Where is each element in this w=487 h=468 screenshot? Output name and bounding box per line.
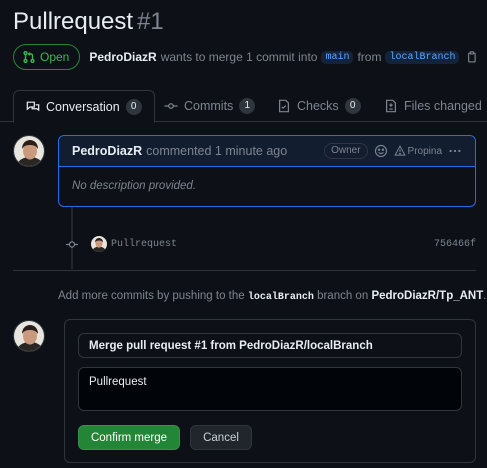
propina-label: Propina [407, 145, 442, 157]
hint-suffix: . [483, 290, 487, 302]
commit-avatar[interactable] [91, 236, 107, 252]
kebab-horizontal-icon[interactable] [448, 144, 462, 158]
tab-label: Conversation [46, 99, 120, 114]
merge-title-input[interactable] [78, 333, 462, 358]
pr-meta: Open PedroDiazR wants to merge 1 commit … [13, 44, 478, 70]
comment-actions: Owner Propina [324, 143, 462, 159]
state-label: Open [40, 50, 70, 64]
copy-icon[interactable] [465, 50, 478, 64]
head-branch[interactable]: localBranch [385, 50, 460, 64]
tab-files-changed[interactable]: Files changed 1 [384, 90, 487, 122]
file-diff-icon [386, 99, 396, 113]
state-badge: Open [13, 44, 81, 70]
merge-body-textarea[interactable]: Pullrequest [78, 367, 462, 411]
hint-branch: localBranch [247, 292, 314, 303]
from-word: from [357, 50, 382, 64]
timeline-divider [13, 270, 476, 271]
avatar[interactable] [13, 320, 45, 352]
git-pull-request-icon [23, 51, 35, 63]
smiley-icon[interactable] [374, 144, 388, 158]
avatar-image [14, 136, 44, 166]
merge-form: Pullrequest Confirm merge Cancel [64, 319, 476, 463]
tab-counter: 1 [239, 98, 256, 114]
tab-commits[interactable]: Commits 1 [164, 90, 256, 122]
avatar-image [14, 321, 44, 351]
author-link[interactable]: PedroDiazR [89, 50, 156, 64]
merge-summary-text: wants to merge 1 commit into [160, 50, 318, 64]
comment-author[interactable]: PedroDiazR [72, 144, 142, 158]
confirm-merge-button[interactable]: Confirm merge [78, 425, 180, 450]
tab-counter: 0 [125, 98, 142, 115]
alert-icon [393, 145, 406, 156]
pr-number: #1 [137, 8, 164, 35]
comment-body: No description provided. [72, 180, 197, 192]
comment-discussion-icon [26, 101, 40, 111]
pr-title-text: Pullrequest [13, 8, 134, 35]
tab-conversation[interactable]: Conversation 0 [13, 90, 155, 123]
comment-card: PedroDiazR commented 1 minute ago Owner … [58, 135, 476, 207]
propina-reaction[interactable]: Propina [393, 145, 442, 157]
avatar-image [91, 236, 107, 252]
comment-timestamp[interactable]: commented 1 minute ago [146, 144, 287, 158]
commit-sha[interactable]: 756466f [434, 239, 476, 250]
merge-summary: PedroDiazR wants to merge 1 commit into … [89, 50, 478, 64]
git-commit-icon [66, 241, 78, 248]
add-commits-hint: Add more commits by pushing to the local… [58, 290, 486, 303]
tab-label: Files changed [404, 99, 482, 113]
hint-middle: branch on [317, 290, 369, 302]
avatar[interactable] [13, 135, 45, 167]
owner-badge: Owner [324, 143, 368, 159]
page-title: Pullrequest #1 [13, 6, 164, 38]
hint-repo-link[interactable]: PedroDiazR/Tp_ANT [371, 290, 483, 302]
tab-label: Commits [184, 99, 234, 113]
comment-header: PedroDiazR commented 1 minute ago Owner … [59, 136, 475, 167]
tab-label: Checks [297, 99, 339, 113]
checklist-icon [279, 99, 289, 113]
cancel-button[interactable]: Cancel [190, 425, 252, 450]
base-branch[interactable]: main [321, 50, 354, 64]
commit-message[interactable]: Pullrequest [111, 239, 177, 250]
timeline-line [71, 207, 73, 269]
git-commit-icon [164, 103, 178, 109]
tab-checks[interactable]: Checks 0 [277, 90, 361, 122]
tab-counter: 0 [344, 98, 361, 114]
hint-prefix: Add more commits by pushing to the [58, 290, 245, 302]
pr-tabs: Conversation 0 Commits 1 Checks 0 Files … [0, 90, 487, 123]
